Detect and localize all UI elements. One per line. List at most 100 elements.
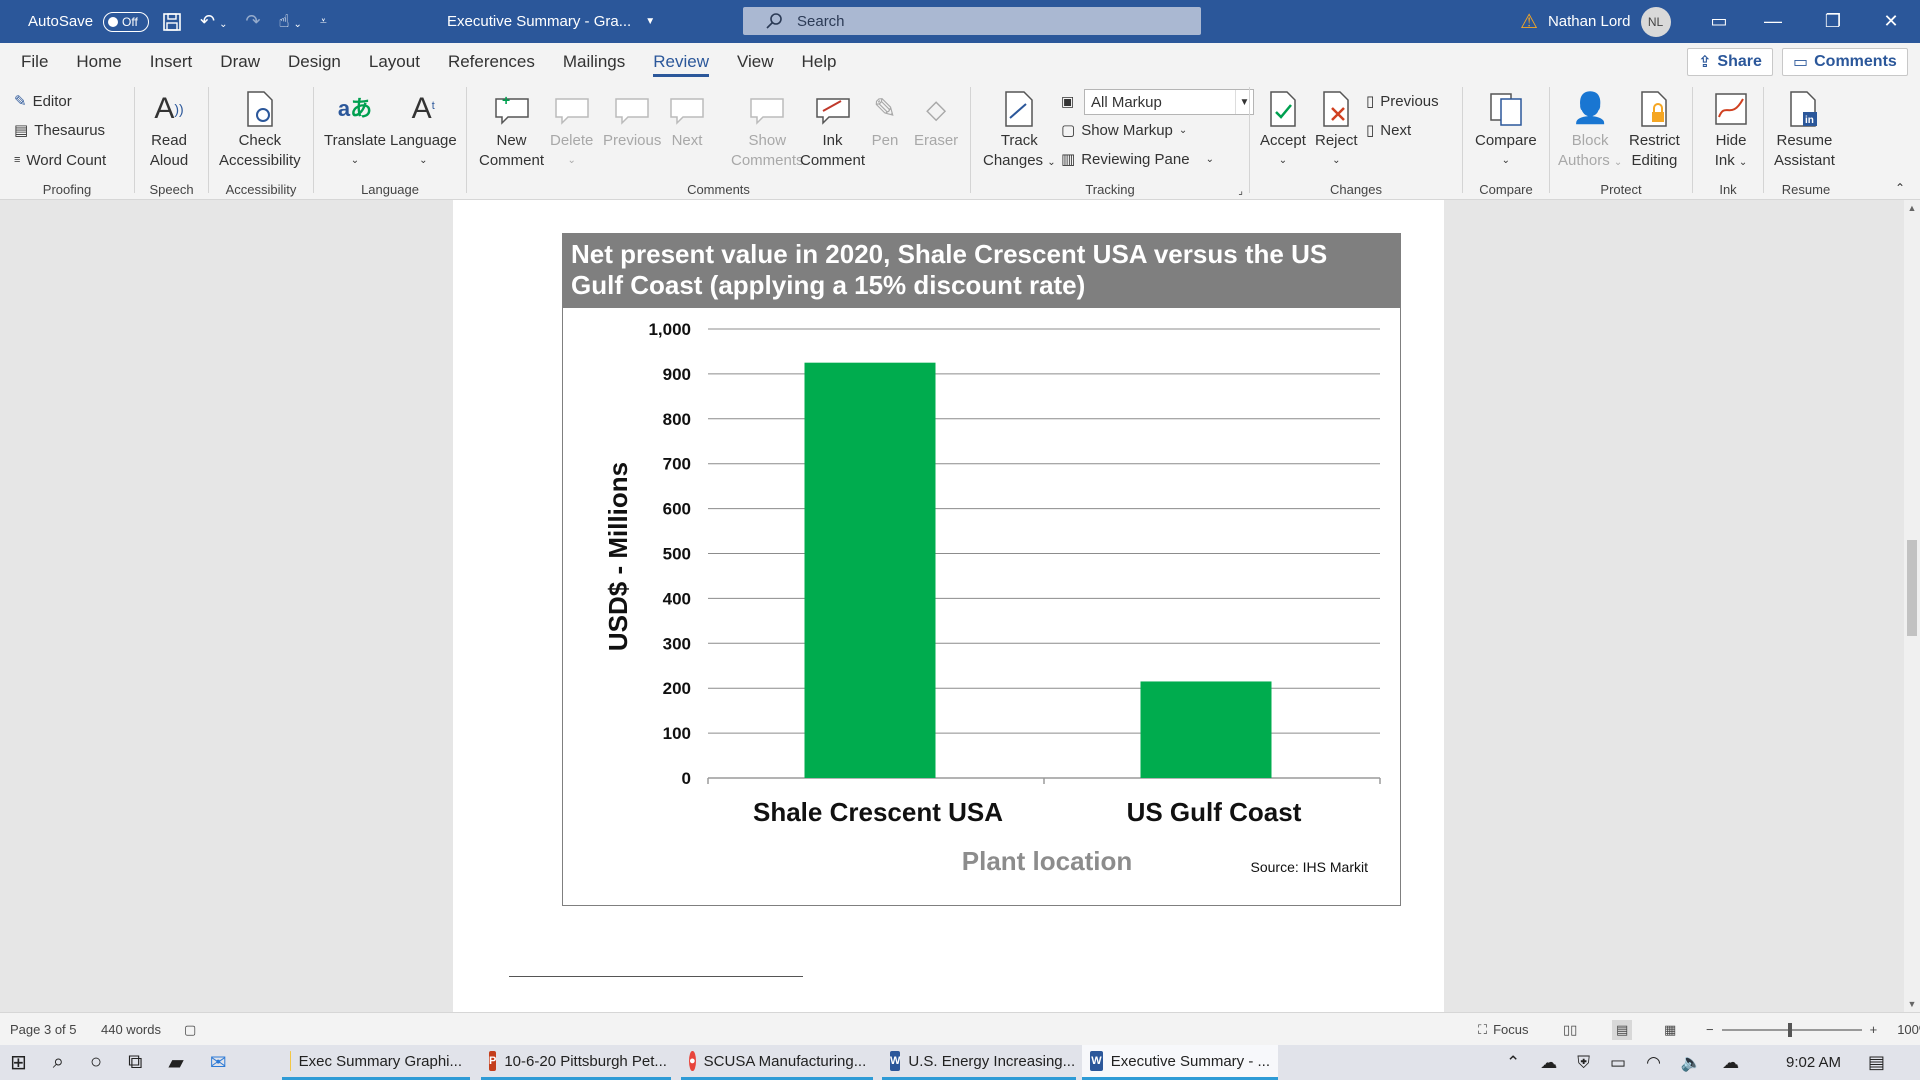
undo-icon[interactable]: ↶ ⌄ — [200, 11, 227, 32]
next-comment-button[interactable]: Next — [667, 89, 707, 151]
avatar[interactable]: NL — [1640, 6, 1671, 37]
tab-view[interactable]: View — [723, 43, 788, 81]
onedrive-sync-icon[interactable]: ☁ — [1540, 1053, 1557, 1073]
tab-file[interactable]: File — [7, 43, 62, 81]
touch-mode-icon[interactable]: ☝ ⌄ — [279, 11, 302, 32]
thesaurus-button[interactable]: ▤ Thesaurus — [14, 118, 105, 142]
redo-icon[interactable]: ↷ — [245, 11, 260, 32]
bar — [1140, 681, 1272, 778]
chevron-down-icon[interactable]: ▼ — [645, 16, 655, 27]
notifications-icon[interactable]: ▤ — [1868, 1052, 1885, 1073]
tab-design[interactable]: Design — [274, 43, 355, 81]
tab-draw[interactable]: Draw — [206, 43, 274, 81]
dialog-launcher-icon[interactable]: ⌟ — [1238, 186, 1243, 197]
autosave-toggle[interactable]: Off — [103, 11, 150, 32]
volume-icon[interactable]: 🔈 — [1681, 1053, 1702, 1073]
tab-review[interactable]: Review — [639, 43, 723, 81]
collapse-ribbon-icon[interactable]: ⌃ — [1895, 181, 1905, 195]
restore-icon[interactable]: ❐ — [1810, 0, 1856, 43]
tab-insert[interactable]: Insert — [136, 43, 207, 81]
resume-assistant-button[interactable]: in Resume Assistant — [1774, 89, 1835, 171]
windows-start-icon[interactable]: ⊞ — [10, 1050, 27, 1075]
next-change-button[interactable]: ▯ Next — [1366, 118, 1411, 142]
scrollbar-thumb[interactable] — [1907, 540, 1917, 636]
search-box[interactable]: Search — [743, 7, 1201, 35]
taskbar-item-explorer[interactable]: Exec Summary Graphi... — [282, 1045, 470, 1080]
zoom-in-icon[interactable]: + — [1870, 1022, 1878, 1037]
accept-button[interactable]: Accept ⌄ — [1260, 89, 1306, 171]
new-comment-button[interactable]: + New Comment — [479, 89, 544, 171]
show-comments-button[interactable]: Show Comments — [731, 89, 804, 171]
tab-references[interactable]: References — [434, 43, 549, 81]
editor-button[interactable]: ✎ Editor — [14, 89, 72, 113]
mail-icon[interactable]: ✉ — [210, 1050, 227, 1075]
word-count[interactable]: 440 words — [101, 1022, 161, 1037]
cortana-icon[interactable]: ○ — [90, 1051, 102, 1074]
chevron-down-icon: ⌄ — [1278, 155, 1288, 166]
vertical-scrollbar[interactable]: ▲ ▼ — [1904, 200, 1920, 1012]
ink-comment-button[interactable]: Ink Comment — [800, 89, 865, 171]
reviewing-pane-button[interactable]: ▥ Reviewing Pane ⌄ — [1061, 147, 1214, 171]
share-button[interactable]: ⇪ Share — [1687, 48, 1773, 76]
hide-ink-button[interactable]: Hide Ink ⌄ — [1711, 89, 1751, 173]
pen-button[interactable]: ✎ Pen — [865, 89, 905, 151]
page-indicator[interactable]: Page 3 of 5 — [10, 1022, 77, 1037]
markup-dropdown[interactable]: All Markup ▼ — [1084, 89, 1254, 115]
compare-button[interactable]: Compare ⌄ — [1475, 89, 1537, 171]
document-title[interactable]: Executive Summary - Gra... — [447, 13, 631, 30]
check-accessibility-button[interactable]: Check Accessibility — [219, 89, 301, 171]
read-mode-icon[interactable]: ▯▯ — [1563, 1022, 1577, 1038]
taskbar-item-powerpoint[interactable]: P 10-6-20 Pittsburgh Pet... — [481, 1045, 671, 1080]
language-button[interactable]: Aᵗ Language ⌄ — [390, 89, 457, 171]
zoom-slider-thumb[interactable] — [1787, 1022, 1792, 1037]
word-count-button[interactable]: ≡ Word Count — [14, 148, 106, 172]
zoom-out-icon[interactable]: − — [1706, 1022, 1714, 1037]
zoom-slider[interactable] — [1721, 1022, 1862, 1037]
taskbar-item-word-executive-summary[interactable]: W Executive Summary - ... — [1082, 1045, 1278, 1080]
save-icon[interactable] — [162, 12, 182, 32]
document-page[interactable]: Net present value in 2020, Shale Crescen… — [453, 200, 1444, 1012]
customize-toolbar-icon[interactable]: ⩡ — [320, 14, 327, 29]
read-aloud-button[interactable]: A)) Read Aloud — [149, 89, 189, 171]
web-layout-icon[interactable]: ▦ — [1664, 1022, 1676, 1038]
minimize-icon[interactable]: — — [1750, 0, 1796, 43]
translate-button[interactable]: aあ Translate ⌄ — [324, 89, 386, 171]
delete-comment-button[interactable]: Delete ⌄ — [550, 89, 593, 171]
y-tick-label: 800 — [663, 410, 691, 429]
defender-icon[interactable]: ⛨ — [1577, 1053, 1590, 1073]
clock[interactable]: 9:02 AM — [1786, 1054, 1841, 1071]
search-icon[interactable]: ⌕ — [53, 1051, 64, 1074]
user-name[interactable]: Nathan Lord — [1548, 13, 1631, 30]
task-view-icon[interactable]: ⧉ — [128, 1051, 142, 1074]
show-hidden-icons-icon[interactable]: ⌃ — [1506, 1053, 1520, 1073]
focus-button[interactable]: ⛶ Focus — [1478, 1013, 1529, 1046]
scroll-down-icon[interactable]: ▼ — [1904, 996, 1920, 1012]
tab-layout[interactable]: Layout — [355, 43, 434, 81]
battery-icon[interactable]: ▭ — [1610, 1053, 1626, 1073]
block-authors-button[interactable]: 👤 Block Authors ⌄ — [1558, 89, 1622, 173]
comments-button[interactable]: ▭ Comments — [1782, 48, 1908, 76]
wifi-icon[interactable]: ◠ — [1646, 1053, 1661, 1073]
restrict-editing-button[interactable]: Restrict Editing — [1629, 89, 1680, 171]
tab-mailings[interactable]: Mailings — [549, 43, 639, 81]
scroll-up-icon[interactable]: ▲ — [1904, 200, 1920, 216]
track-changes-button[interactable]: Track Changes ⌄ — [983, 89, 1056, 173]
close-icon[interactable]: ✕ — [1868, 0, 1914, 43]
reject-button[interactable]: Reject ⌄ — [1315, 89, 1358, 171]
ribbon-display-options-icon[interactable]: ▭ — [1696, 0, 1742, 43]
group-label-compare: Compare — [1479, 182, 1533, 197]
eraser-button[interactable]: ◇ Eraser — [914, 89, 958, 151]
previous-comment-button[interactable]: Previous — [603, 89, 661, 151]
store-icon[interactable]: ▰ — [168, 1050, 183, 1075]
cloud-icon[interactable]: ☁ — [1722, 1053, 1739, 1073]
taskbar-item-chrome[interactable]: ● SCUSA Manufacturing... — [681, 1045, 873, 1080]
zoom-level[interactable]: 100% — [1897, 1022, 1920, 1037]
warning-icon[interactable]: ⚠ — [1520, 9, 1538, 34]
taskbar-item-word-energy[interactable]: W U.S. Energy Increasing... — [882, 1045, 1076, 1080]
previous-change-button[interactable]: ▯ Previous — [1366, 89, 1439, 113]
proofing-status-icon[interactable]: ▢ — [184, 1022, 196, 1038]
tab-home[interactable]: Home — [62, 43, 135, 81]
print-layout-icon[interactable]: ▤ — [1612, 1019, 1633, 1040]
show-markup-button[interactable]: ▢ Show Markup ⌄ — [1061, 118, 1187, 142]
tab-help[interactable]: Help — [788, 43, 851, 81]
